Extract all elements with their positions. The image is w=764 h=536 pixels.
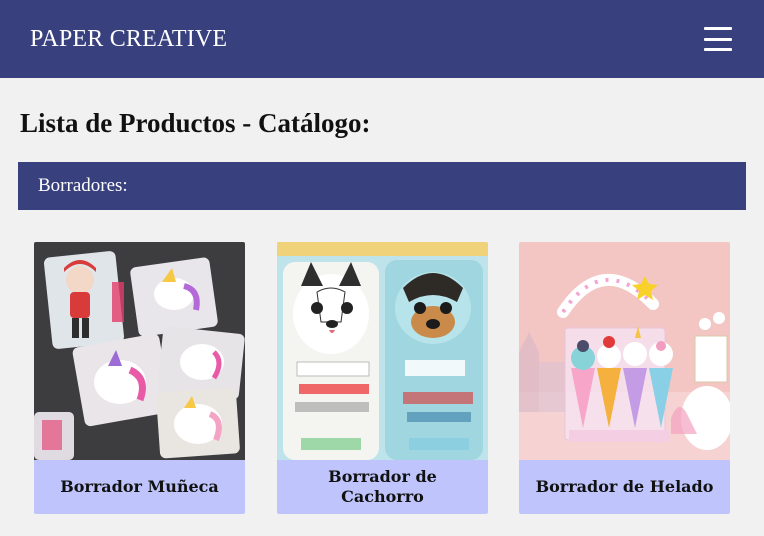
product-grid: Borrador Muñeca Borrador de Cachorro Bor… <box>34 242 730 514</box>
hamburger-menu-icon[interactable] <box>704 27 732 51</box>
hamburger-line <box>704 37 732 41</box>
hamburger-line <box>704 27 732 30</box>
puppy-eraser-photo <box>277 242 488 460</box>
product-card[interactable]: Borrador de Cachorro <box>277 242 488 514</box>
page-title: Lista de Productos - Catálogo: <box>20 108 371 138</box>
hamburger-line <box>704 48 732 51</box>
section-label: Borradores: <box>38 175 128 196</box>
product-name: Borrador de Helado <box>519 460 730 514</box>
product-image[interactable] <box>519 242 730 460</box>
brand-logo-text[interactable]: PAPER CREATIVE <box>30 26 227 53</box>
product-name: Borrador Muñeca <box>34 460 245 514</box>
top-navbar: PAPER CREATIVE <box>0 0 764 78</box>
doll-eraser-photo <box>34 242 245 460</box>
product-card[interactable]: Borrador de Helado <box>519 242 730 514</box>
ice-cream-eraser-photo <box>519 242 730 460</box>
product-name: Borrador de Cachorro <box>277 460 488 514</box>
product-card[interactable]: Borrador Muñeca <box>34 242 245 514</box>
product-image[interactable] <box>277 242 488 460</box>
section-header-borradores: Borradores: <box>18 162 746 210</box>
product-image[interactable] <box>34 242 245 460</box>
